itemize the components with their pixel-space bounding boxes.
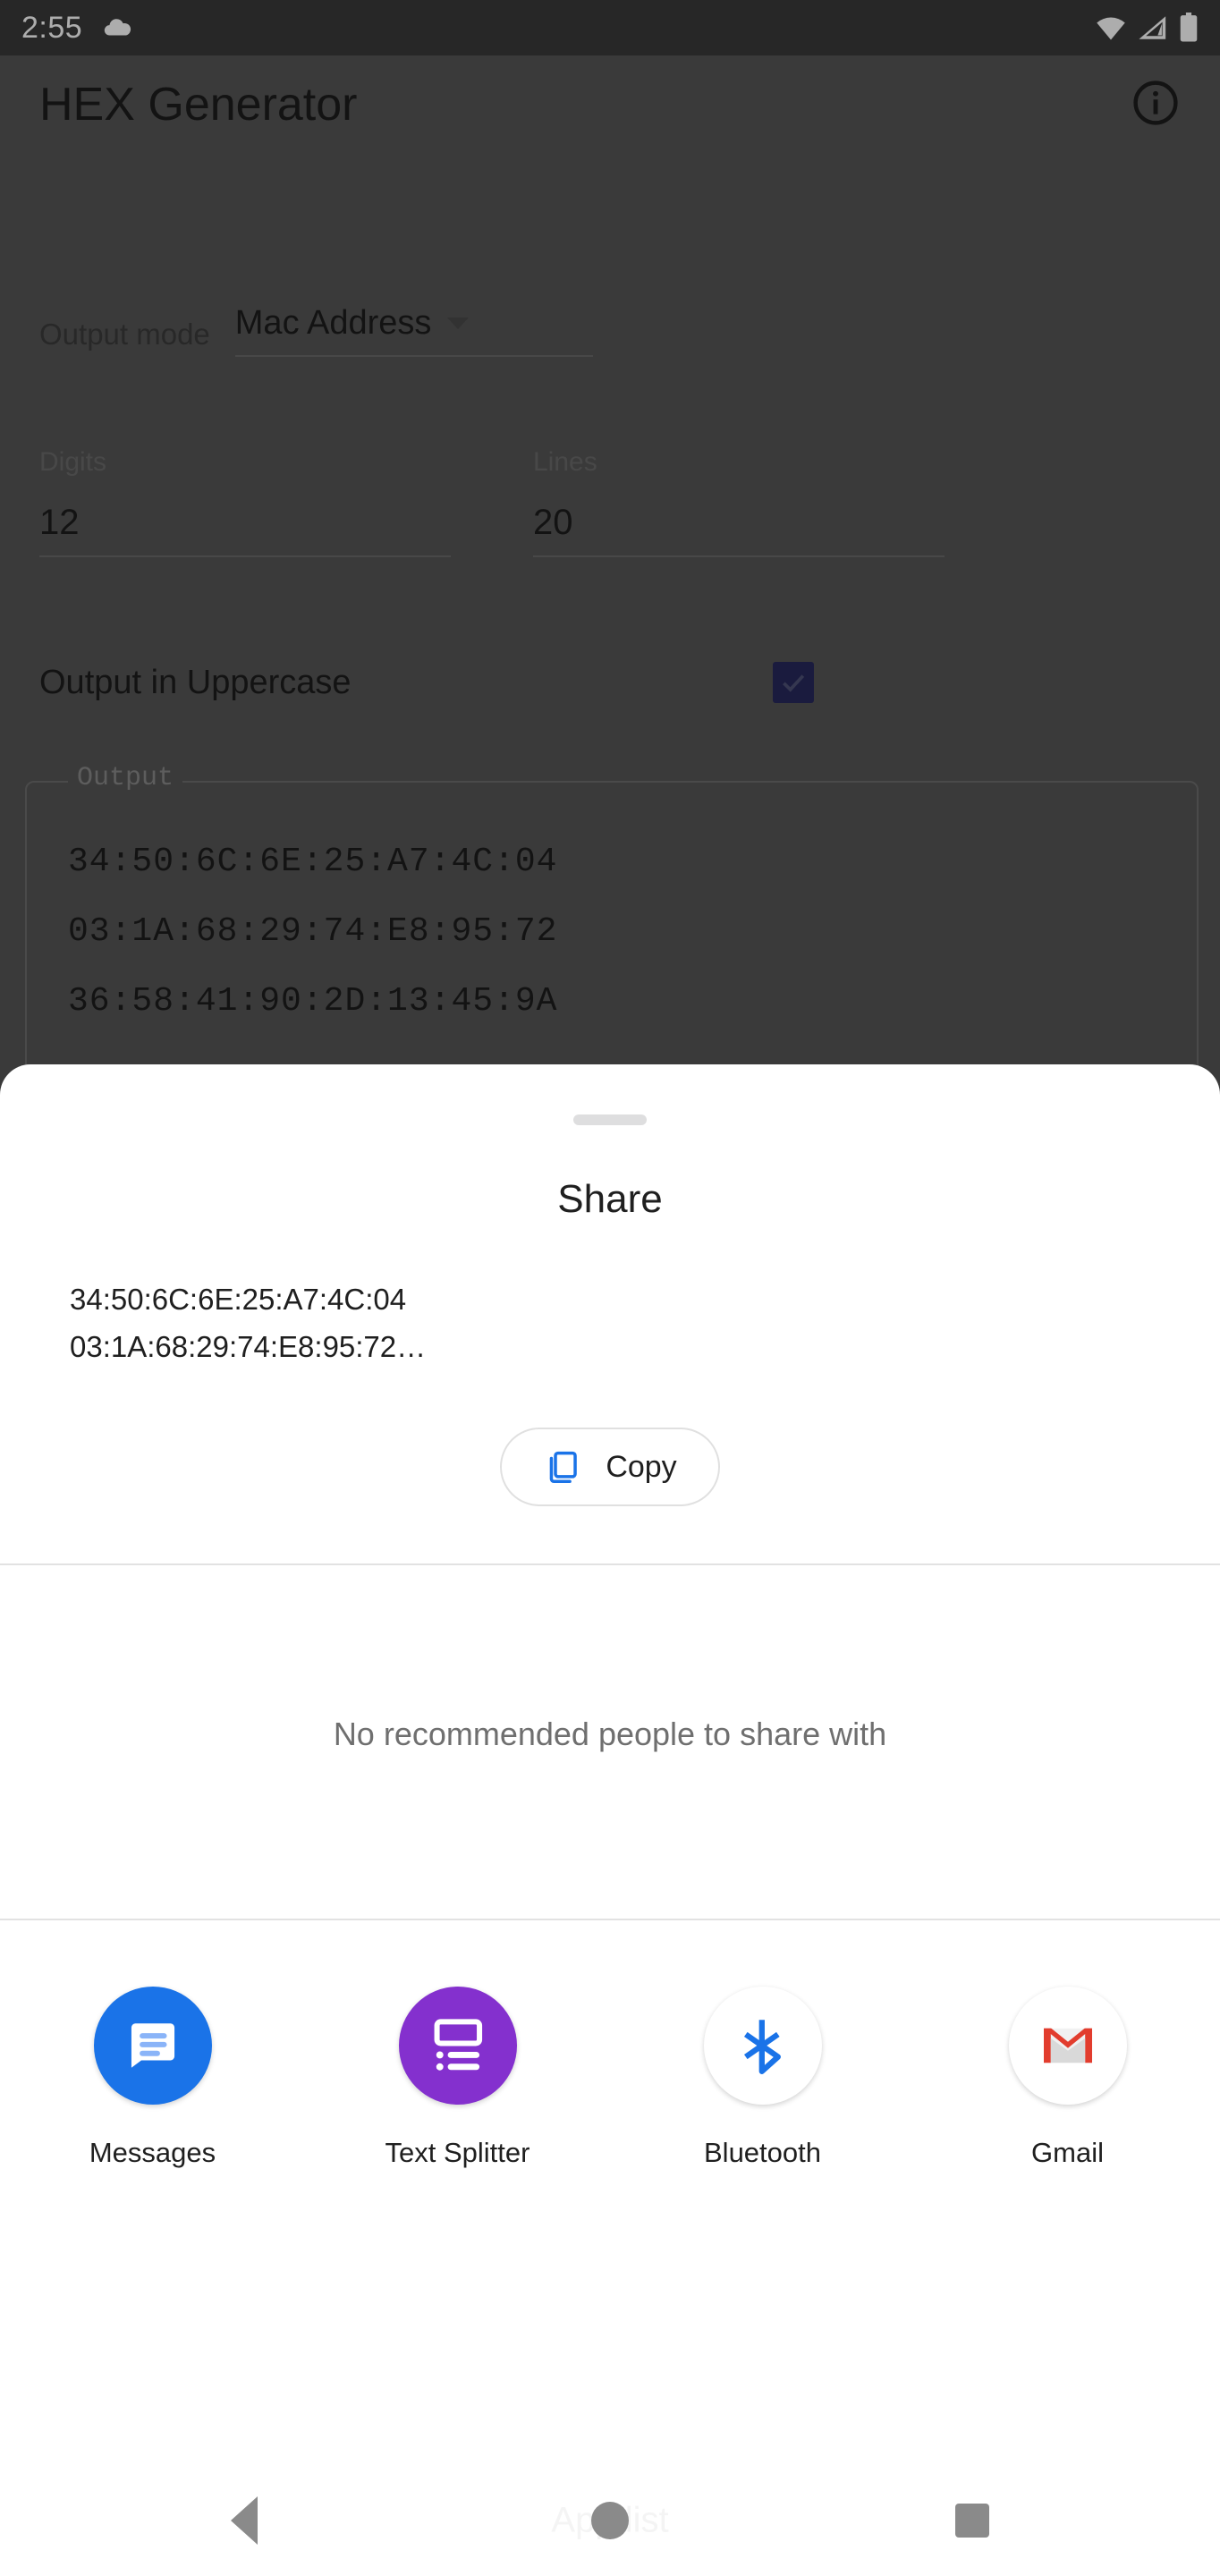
share-preview-line: 34:50:6C:6E:25:A7:4C:04 [70,1283,407,1316]
gmail-icon-glyph [1043,2028,1092,2063]
share-target-bluetooth[interactable]: Bluetooth [610,1987,915,2169]
phone-screen: 2:55 HEX Generator Output mode Mac Addre… [0,0,1220,2576]
share-target-messages[interactable]: Messages [0,1987,305,2169]
share-target-gmail[interactable]: Gmail [915,1987,1220,2169]
sheet-drag-handle[interactable] [573,1114,647,1125]
recents-button[interactable] [955,2504,989,2538]
share-targets-row: Messages Text Splitter Bluetooth Gmail [0,1920,1220,2169]
gmail-icon [1008,1987,1127,2105]
messages-icon [93,1987,212,2105]
messages-icon-glyph [131,2023,174,2068]
text-splitter-icon [398,1987,517,2105]
copy-button[interactable]: Copy [500,1428,720,1506]
copy-button-label: Copy [606,1449,677,1484]
share-title: Share [557,1177,663,1221]
home-button[interactable] [591,2502,629,2539]
bluetooth-icon [703,1987,822,2105]
navigation-bar: App list [0,2465,1220,2576]
share-target-text-splitter[interactable]: Text Splitter [305,1987,610,2169]
share-preview-line: 03:1A:68:29:74:E8:95:72… [70,1330,427,1363]
bluetooth-icon-glyph [743,2020,781,2074]
home-icon [591,2502,629,2539]
text-splitter-icon-glyph [434,2019,482,2071]
share-sheet: Share 34:50:6C:6E:25:A7:4C:04 03:1A:68:2… [0,1064,1220,2576]
back-button[interactable] [231,2496,258,2545]
share-target-label: Messages [89,2137,216,2168]
share-target-label: Bluetooth [704,2137,821,2168]
share-target-label: Gmail [1031,2137,1104,2168]
share-preview-text: 34:50:6C:6E:25:A7:4C:04 03:1A:68:29:74:E… [70,1275,1220,1370]
copy-row: Copy [0,1428,1220,1506]
divider [0,1563,1220,1565]
back-icon [231,2496,258,2545]
copy-icon [550,1451,578,1484]
share-target-label: Text Splitter [385,2137,530,2168]
recents-icon [955,2504,989,2538]
no-recommended-people-text: No recommended people to share with [333,1716,887,1752]
